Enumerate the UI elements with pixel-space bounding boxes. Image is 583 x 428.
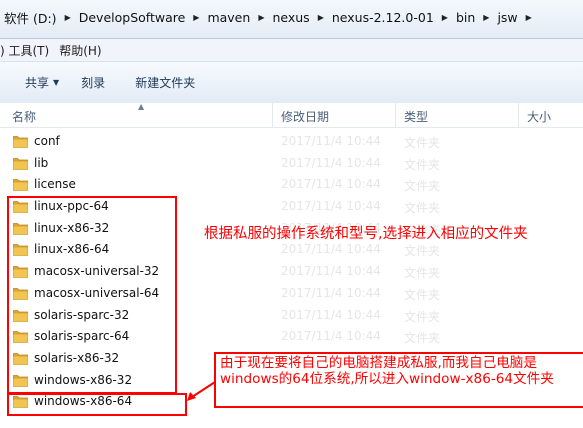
chevron-right-icon[interactable]: ▶ bbox=[440, 13, 452, 22]
column-headers: ▲ 名称 修改日期 类型 大小 bbox=[0, 102, 583, 128]
file-date: 2017/11/4 10:44 bbox=[281, 307, 381, 322]
file-name: conf bbox=[34, 134, 60, 148]
breadcrumb-item[interactable]: nexus bbox=[268, 10, 315, 25]
breadcrumb-item[interactable]: bin bbox=[452, 10, 481, 25]
file-date: 2017/11/4 10:44 bbox=[281, 242, 381, 257]
toolbar: 共享 ▼ 刻录 新建文件夹 bbox=[0, 61, 583, 104]
chevron-right-icon[interactable]: ▶ bbox=[481, 13, 493, 22]
breadcrumb-item[interactable]: jsw bbox=[493, 10, 523, 25]
file-type: 文件夹 bbox=[404, 201, 441, 216]
column-header-size[interactable]: 大小 bbox=[527, 108, 551, 125]
breadcrumb-item[interactable]: maven bbox=[203, 10, 256, 25]
file-type: 文件夹 bbox=[404, 244, 441, 259]
annotation-note-reason: 由于现在要将自己的电脑搭建成私服,而我自己电脑是windows的64位系统,所以… bbox=[214, 352, 583, 408]
sort-ascending-icon: ▲ bbox=[138, 102, 145, 111]
column-header-date[interactable]: 修改日期 bbox=[281, 108, 329, 125]
breadcrumb: 软件 (D:) ▶ DevelopSoftware ▶ maven ▶ nexus ▶ nexu… bbox=[0, 6, 536, 28]
column-header-name[interactable]: 名称 bbox=[12, 108, 36, 125]
file-type: 文件夹 bbox=[404, 331, 441, 346]
folder-icon bbox=[13, 157, 28, 170]
breadcrumb-item[interactable]: nexus-2.12.0-01 bbox=[328, 10, 440, 25]
file-type: 文件夹 bbox=[404, 309, 441, 324]
arrow-icon bbox=[187, 381, 216, 401]
annotation-note-choose-folder: 根据私服的操作系统和型号,选择进入相应的文件夹 bbox=[204, 226, 528, 242]
menu-bar: ) 工具(T) 帮助(H) bbox=[0, 39, 583, 61]
file-name: license bbox=[34, 177, 76, 192]
folder-icon bbox=[13, 136, 28, 148]
column-header-type[interactable]: 类型 bbox=[404, 108, 428, 125]
file-date: 2017/11/4 10:44 bbox=[281, 177, 381, 192]
share-label: 共享 bbox=[25, 76, 50, 90]
new-folder-label: 新建文件夹 bbox=[135, 76, 196, 90]
file-date: 2017/11/4 10:44 bbox=[281, 199, 381, 214]
column-divider[interactable] bbox=[518, 103, 519, 127]
folder-icon bbox=[13, 179, 28, 192]
burn-label: 刻录 bbox=[81, 76, 106, 90]
address-bar[interactable]: 软件 (D:) ▶ DevelopSoftware ▶ maven ▶ nexus ▶ nexu… bbox=[0, 0, 583, 39]
file-type: 文件夹 bbox=[404, 287, 441, 302]
file-date: 2017/11/4 10:44 bbox=[281, 264, 381, 279]
file-row[interactable]: conf 2017/11/4 10:44 文件夹 bbox=[0, 131, 583, 153]
chevron-right-icon[interactable]: ▶ bbox=[256, 13, 268, 22]
file-date: 2017/11/4 10:44 bbox=[281, 155, 381, 170]
file-row[interactable]: lib 2017/11/4 10:44 文件夹 bbox=[0, 153, 583, 175]
highlight-box-windows-x86-64 bbox=[7, 393, 187, 416]
new-folder-button[interactable]: 新建文件夹 bbox=[135, 74, 195, 91]
file-type: 文件夹 bbox=[404, 266, 441, 281]
breadcrumb-item[interactable]: DevelopSoftware bbox=[75, 10, 192, 25]
file-date: 2017/11/4 10:44 bbox=[281, 285, 381, 300]
file-row[interactable]: license 2017/11/4 10:44 文件夹 bbox=[0, 174, 583, 196]
chevron-right-icon[interactable]: ▶ bbox=[524, 13, 536, 22]
menu-tools[interactable]: ) 工具(T) bbox=[0, 42, 57, 59]
column-divider[interactable] bbox=[395, 103, 396, 127]
highlight-box-os-folders bbox=[7, 196, 177, 394]
file-name: lib bbox=[34, 155, 49, 170]
column-divider[interactable] bbox=[272, 103, 273, 127]
menu-help[interactable]: 帮助(H) bbox=[57, 42, 109, 59]
chevron-right-icon[interactable]: ▶ bbox=[316, 13, 328, 22]
chevron-right-icon[interactable]: ▶ bbox=[63, 13, 75, 22]
file-type: 文件夹 bbox=[404, 179, 441, 194]
chevron-down-icon: ▼ bbox=[53, 78, 60, 87]
file-date: 2017/11/4 10:44 bbox=[281, 134, 381, 148]
chevron-right-icon[interactable]: ▶ bbox=[191, 13, 203, 22]
file-date: 2017/11/4 10:44 bbox=[281, 329, 381, 344]
file-type: 文件夹 bbox=[404, 136, 441, 150]
share-button[interactable]: 共享 ▼ bbox=[25, 74, 59, 91]
burn-button[interactable]: 刻录 bbox=[81, 74, 105, 91]
breadcrumb-item[interactable]: 软件 (D:) bbox=[0, 8, 63, 27]
file-type: 文件夹 bbox=[404, 157, 441, 172]
